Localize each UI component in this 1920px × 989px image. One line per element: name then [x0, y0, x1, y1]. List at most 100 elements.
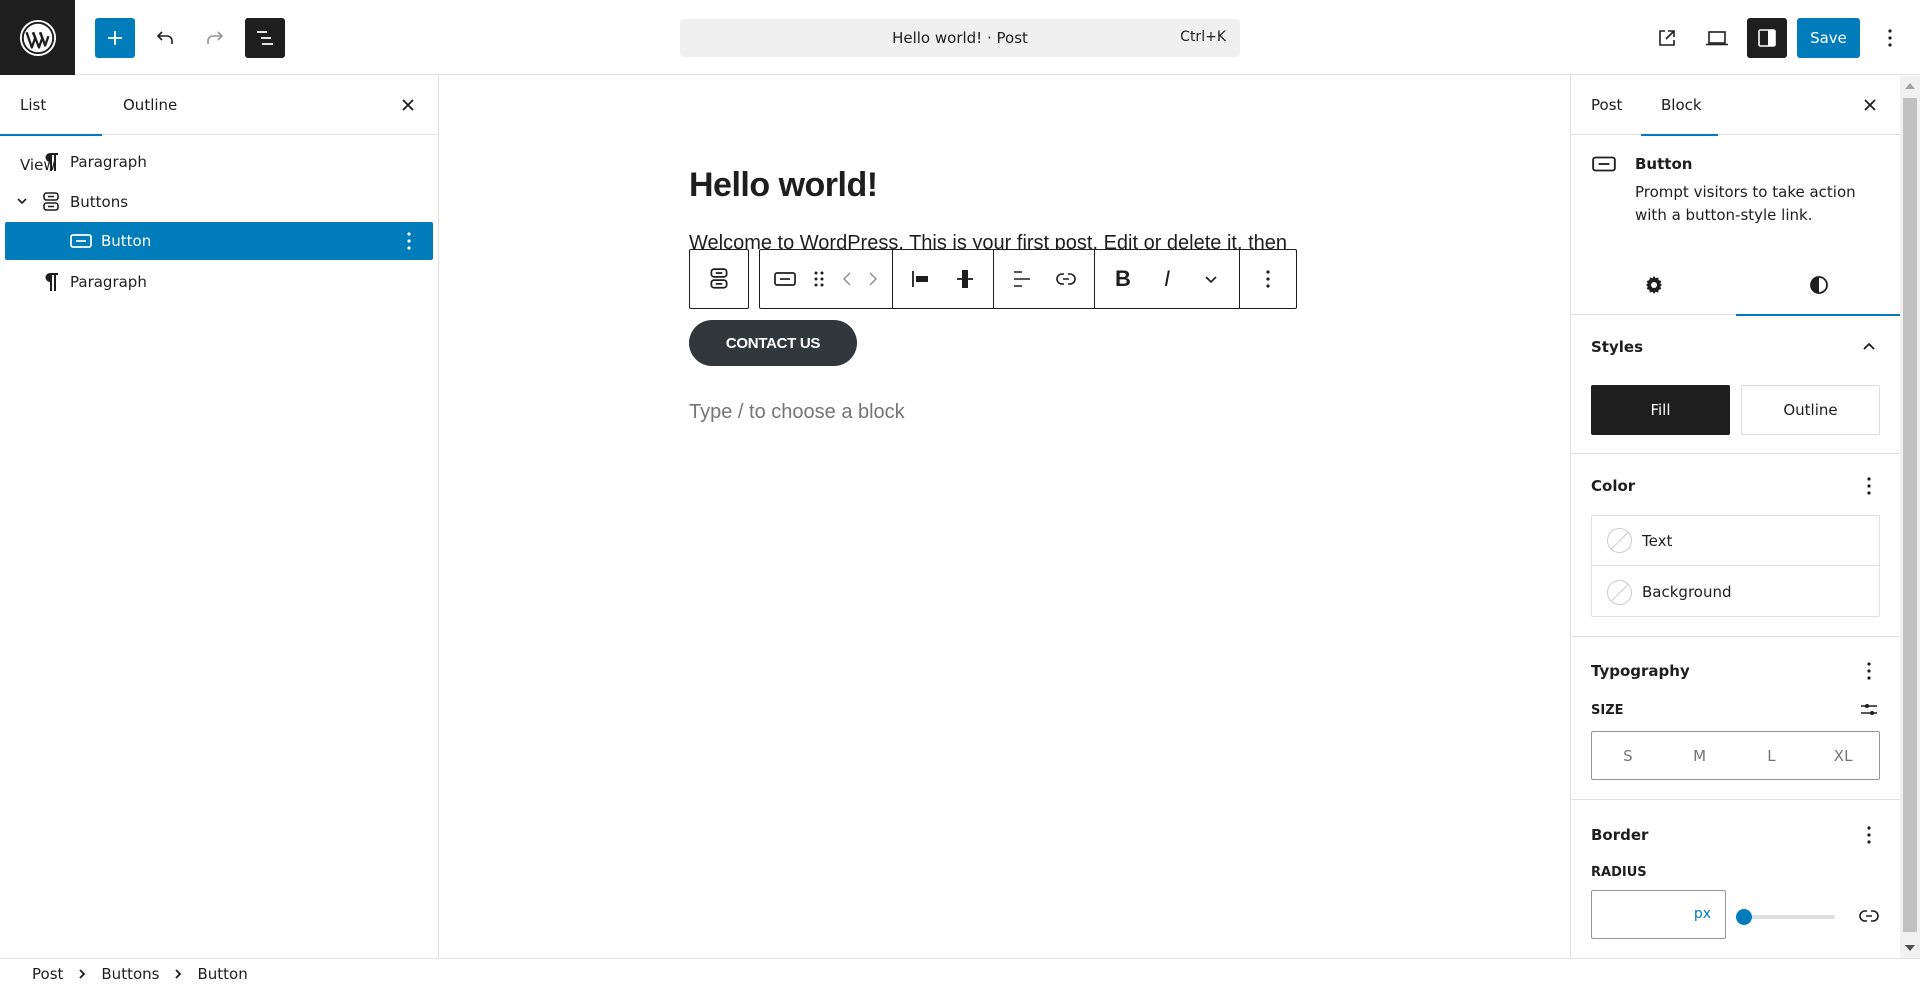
block-inspector: Post Block Button Prompt visitors to tak… [1570, 75, 1900, 958]
scrollbar-thumb[interactable] [1903, 98, 1917, 932]
editor-canvas[interactable]: Hello world! Welcome to WordPress. This … [439, 76, 1570, 958]
list-item-paragraph[interactable]: Paragraph [5, 263, 433, 301]
undo-button[interactable] [145, 18, 185, 58]
vertical-align-button[interactable] [943, 255, 987, 303]
view-post-button[interactable] [1647, 18, 1687, 58]
radius-unit-select[interactable]: px [1694, 906, 1711, 922]
redo-button[interactable] [195, 18, 235, 58]
size-option-l[interactable]: L [1736, 732, 1808, 779]
color-item-text[interactable]: Text [1592, 516, 1879, 566]
move-left-button[interactable] [834, 255, 860, 303]
tab-styles[interactable] [1736, 255, 1900, 316]
list-item-button[interactable]: Button [5, 222, 433, 260]
command-bar[interactable]: Hello world! · Post Ctrl+K [680, 19, 1240, 57]
move-right-button[interactable] [860, 255, 886, 303]
size-option-xl[interactable]: XL [1807, 732, 1879, 779]
list-view-panel: List View Outline Paragraph Buttons Butt… [0, 75, 439, 958]
size-option-s[interactable]: S [1592, 732, 1664, 779]
custom-size-button[interactable] [1857, 698, 1881, 722]
block-card-title: Button [1635, 155, 1693, 173]
breadcrumb-item-post[interactable]: Post [24, 965, 71, 983]
size-label: SIZE [1591, 703, 1624, 718]
document-title: Hello world! · Post [892, 29, 1028, 47]
post-title[interactable]: Hello world! [689, 166, 878, 205]
list-item-label: Buttons [70, 193, 129, 211]
kebab-menu-icon [1867, 662, 1871, 680]
tab-list-view[interactable]: List View [0, 75, 102, 174]
preview-button[interactable] [1697, 18, 1737, 58]
breadcrumb-item-buttons[interactable]: Buttons [93, 965, 167, 983]
link-button[interactable] [1044, 255, 1088, 303]
save-button[interactable]: Save [1797, 18, 1860, 58]
font-size-picker: S M L XL [1591, 731, 1880, 780]
block-breadcrumb: Post Buttons Button [0, 958, 1920, 989]
italic-button[interactable]: I [1145, 255, 1189, 303]
chevron-left-icon [842, 272, 851, 286]
paragraph-icon [39, 150, 63, 174]
button-icon [69, 229, 93, 253]
chevron-right-icon [869, 272, 878, 286]
close-list-view-button[interactable] [396, 93, 420, 117]
color-options-button[interactable] [1857, 474, 1881, 498]
contact-us-button[interactable]: CONTACT US [689, 320, 857, 366]
block-toolbar-main: B I [759, 249, 1297, 309]
drag-handle[interactable] [804, 255, 834, 303]
redo-icon [207, 31, 224, 44]
bold-button[interactable]: B [1101, 255, 1145, 303]
list-item-buttons[interactable]: Buttons [5, 183, 433, 221]
collapse-styles-button[interactable] [1857, 335, 1881, 359]
tab-block[interactable]: Block [1641, 75, 1718, 136]
scroll-down-arrow-icon[interactable] [1900, 938, 1920, 958]
justify-left-button[interactable] [899, 255, 943, 303]
command-shortcut: Ctrl+K [1180, 29, 1226, 45]
toolbar-group-options [1240, 250, 1296, 308]
color-item-label: Text [1642, 531, 1673, 550]
paragraph-icon [39, 270, 63, 294]
chevron-down-icon[interactable] [15, 194, 29, 212]
justify-left-icon [912, 271, 928, 287]
buttons-icon [39, 190, 63, 214]
color-item-label: Background [1642, 583, 1732, 601]
inspector-scrollbar[interactable] [1900, 76, 1920, 958]
chevron-right-icon [71, 968, 93, 980]
block-placeholder[interactable]: Type / to choose a block [689, 401, 905, 424]
unlink-radius-button[interactable] [1857, 904, 1881, 928]
drag-handle-icon [814, 271, 824, 287]
button-icon [774, 272, 796, 286]
style-outline-button[interactable]: Outline [1741, 385, 1880, 435]
settings-toggle-button[interactable] [1747, 18, 1787, 58]
radius-slider-thumb[interactable] [1736, 909, 1752, 925]
list-item-paragraph[interactable]: Paragraph [5, 143, 433, 181]
scroll-up-arrow-icon[interactable] [1900, 76, 1920, 96]
border-options-button[interactable] [1857, 823, 1881, 847]
radius-input[interactable]: px [1591, 890, 1726, 939]
tab-post[interactable]: Post [1571, 75, 1642, 135]
document-overview-button[interactable] [245, 18, 285, 58]
no-color-swatch-icon [1607, 579, 1632, 605]
close-settings-button[interactable] [1858, 93, 1882, 117]
select-parent-button[interactable] [689, 249, 749, 309]
text-align-button[interactable] [1000, 255, 1044, 303]
size-option-m[interactable]: M [1664, 732, 1736, 779]
gear-icon [1645, 276, 1662, 294]
tab-outline[interactable]: Outline [103, 75, 197, 135]
toolbar-group-block [760, 250, 893, 308]
options-button[interactable] [1870, 18, 1910, 58]
wordpress-logo-button[interactable] [0, 0, 75, 75]
block-type-button[interactable] [766, 255, 804, 303]
list-item-label: Paragraph [70, 273, 147, 291]
add-block-button[interactable] [95, 18, 135, 58]
tab-settings[interactable] [1571, 255, 1736, 315]
block-options-button[interactable] [397, 229, 421, 257]
more-formats-button[interactable] [1189, 255, 1233, 303]
block-options-button[interactable] [1246, 255, 1290, 303]
toolbar-group-justify [893, 250, 994, 308]
chevron-down-icon [1205, 276, 1217, 284]
button-icon [1591, 153, 1617, 179]
radius-slider[interactable] [1736, 909, 1835, 925]
color-item-background[interactable]: Background [1592, 567, 1879, 617]
style-fill-button[interactable]: Fill [1591, 385, 1730, 435]
typography-options-button[interactable] [1857, 659, 1881, 683]
inspector-sub-tabs [1571, 255, 1900, 316]
link-icon [1859, 910, 1879, 922]
